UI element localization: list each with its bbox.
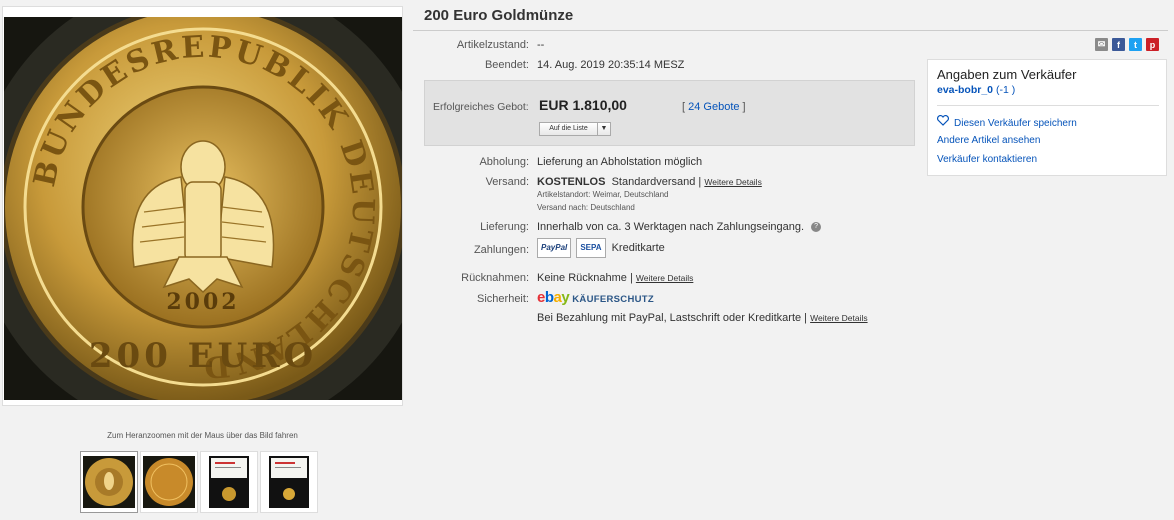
shipping-free: KOSTENLOS: [537, 176, 606, 188]
delivery-value: Innerhalb von ca. 3 Werktagen nach Zahlu…: [537, 221, 822, 233]
returns-value: Keine Rücknahme | Weitere Details: [537, 272, 693, 284]
payments-value: PayPal SEPA Kreditkarte: [537, 238, 665, 258]
thumbnail-strip: [80, 451, 318, 513]
condition-value: --: [537, 39, 545, 51]
bid-history-link[interactable]: 24 Gebote: [688, 101, 739, 113]
ebay-buyer-protection: ebay KÄUFERSCHUTZ: [537, 289, 654, 306]
payments-label: Zahlungen:: [473, 244, 529, 256]
winning-bid-label: Erfolgreiches Gebot:: [433, 101, 529, 113]
returns-text: Keine Rücknahme |: [537, 272, 633, 284]
shipping-details-link[interactable]: Weitere Details: [704, 177, 761, 187]
seller-heading: Angaben zum Verkäufer: [937, 67, 1077, 82]
item-title: 200 Euro Goldmünze: [424, 7, 574, 24]
thumbnail-coin-case[interactable]: [200, 451, 258, 513]
security-label: Sicherheit:: [477, 293, 529, 305]
thumbnail-coin-case-open[interactable]: [260, 451, 318, 513]
item-location: Artikelstandort: Weimar, Deutschland: [537, 190, 669, 199]
shipping-label: Versand:: [485, 176, 529, 188]
thumbnail-coin-back[interactable]: [140, 451, 198, 513]
bid-count: [ 24 Gebote ]: [682, 101, 746, 113]
seller-name-link[interactable]: eva-bobr_0: [937, 84, 993, 96]
ended-label: Beendet:: [484, 59, 529, 71]
help-icon[interactable]: ?: [811, 222, 822, 233]
paypal-logo: PayPal: [537, 238, 572, 258]
gold-coin-image: BUNDESREPUBLIK DEUTSCHLAND 2002 200 EURO: [4, 17, 402, 400]
security-text: Bei Bezahlung mit PayPal, Lastschrift od…: [537, 312, 808, 324]
seller-info-box: Angaben zum Verkäufer eva-bobr_0 (-1 ) D…: [927, 59, 1167, 176]
seller-divider: [937, 105, 1159, 106]
facebook-icon[interactable]: f: [1112, 38, 1125, 51]
heart-icon[interactable]: [937, 115, 949, 129]
payment-card: Kreditkarte: [611, 242, 665, 254]
delivery-text: Innerhalb von ca. 3 Werktagen nach Zahlu…: [537, 221, 805, 233]
share-icons: ✉ f t p: [1095, 38, 1159, 51]
coin-photo[interactable]: BUNDESREPUBLIK DEUTSCHLAND 2002 200 EURO: [4, 17, 402, 400]
pickup-label: Abholung:: [479, 156, 529, 168]
sepa-logo: SEPA: [576, 238, 606, 258]
shipping-value: KOSTENLOS Standardversand | Weitere Deta…: [537, 176, 762, 188]
bid-count-close: ]: [739, 101, 746, 113]
coin-back-thumb-image: [143, 456, 195, 508]
returns-label: Rücknahmen:: [461, 272, 529, 284]
security-note: Bei Bezahlung mit PayPal, Lastschrift od…: [537, 312, 868, 324]
save-seller-label: Diesen Verkäufer speichern: [954, 118, 1077, 129]
seller-name-row: eva-bobr_0 (-1 ): [937, 84, 1015, 96]
pickup-value: Lieferung an Abholstation möglich: [537, 156, 703, 168]
condition-label: Artikelzustand:: [456, 39, 529, 51]
other-items-link[interactable]: Andere Artikel ansehen: [937, 135, 1040, 146]
title-divider: [413, 30, 1168, 31]
seller-feedback[interactable]: (-1 ): [993, 84, 1015, 96]
watchlist-label: Auf die Liste: [540, 123, 598, 135]
paypal-text: PayPal: [541, 243, 568, 252]
coin-front-thumb-image: [83, 456, 135, 508]
ebay-logo: ebay: [537, 289, 570, 306]
winning-bid-price: EUR 1.810,00: [539, 97, 627, 113]
zoom-hint: Zum Heranzoomen mit der Maus über das Bi…: [107, 431, 298, 440]
security-details-link[interactable]: Weitere Details: [810, 313, 867, 323]
pinterest-icon[interactable]: p: [1146, 38, 1159, 51]
winning-bid-box: Erfolgreiches Gebot: EUR 1.810,00 [ 24 G…: [424, 80, 915, 146]
delivery-label: Lieferung:: [480, 221, 529, 233]
chevron-down-icon[interactable]: ▼: [598, 123, 610, 135]
save-seller-link[interactable]: Diesen Verkäufer speichern: [937, 115, 1077, 129]
sepa-text: SEPA: [580, 243, 602, 252]
returns-details-link[interactable]: Weitere Details: [636, 273, 693, 283]
coin-case-open-thumb-image: [269, 456, 309, 508]
email-icon[interactable]: ✉: [1095, 38, 1108, 51]
twitter-icon[interactable]: t: [1129, 38, 1142, 51]
coin-case-thumb-image: [209, 456, 249, 508]
thumbnail-coin-front[interactable]: [80, 451, 138, 513]
buyer-protection-text: KÄUFERSCHUTZ: [572, 294, 654, 305]
main-product-image[interactable]: BUNDESREPUBLIK DEUTSCHLAND 2002 200 EURO: [2, 6, 403, 406]
ships-to: Versand nach: Deutschland: [537, 203, 635, 212]
ended-value: 14. Aug. 2019 20:35:14 MESZ: [537, 59, 685, 71]
coin-year: 2002: [166, 289, 239, 315]
add-to-watchlist-button[interactable]: Auf die Liste ▼: [539, 122, 611, 136]
coin-denomination: 200 EURO: [89, 336, 317, 376]
contact-seller-link[interactable]: Verkäufer kontaktieren: [937, 154, 1037, 165]
shipping-method: Standardversand |: [611, 176, 702, 188]
